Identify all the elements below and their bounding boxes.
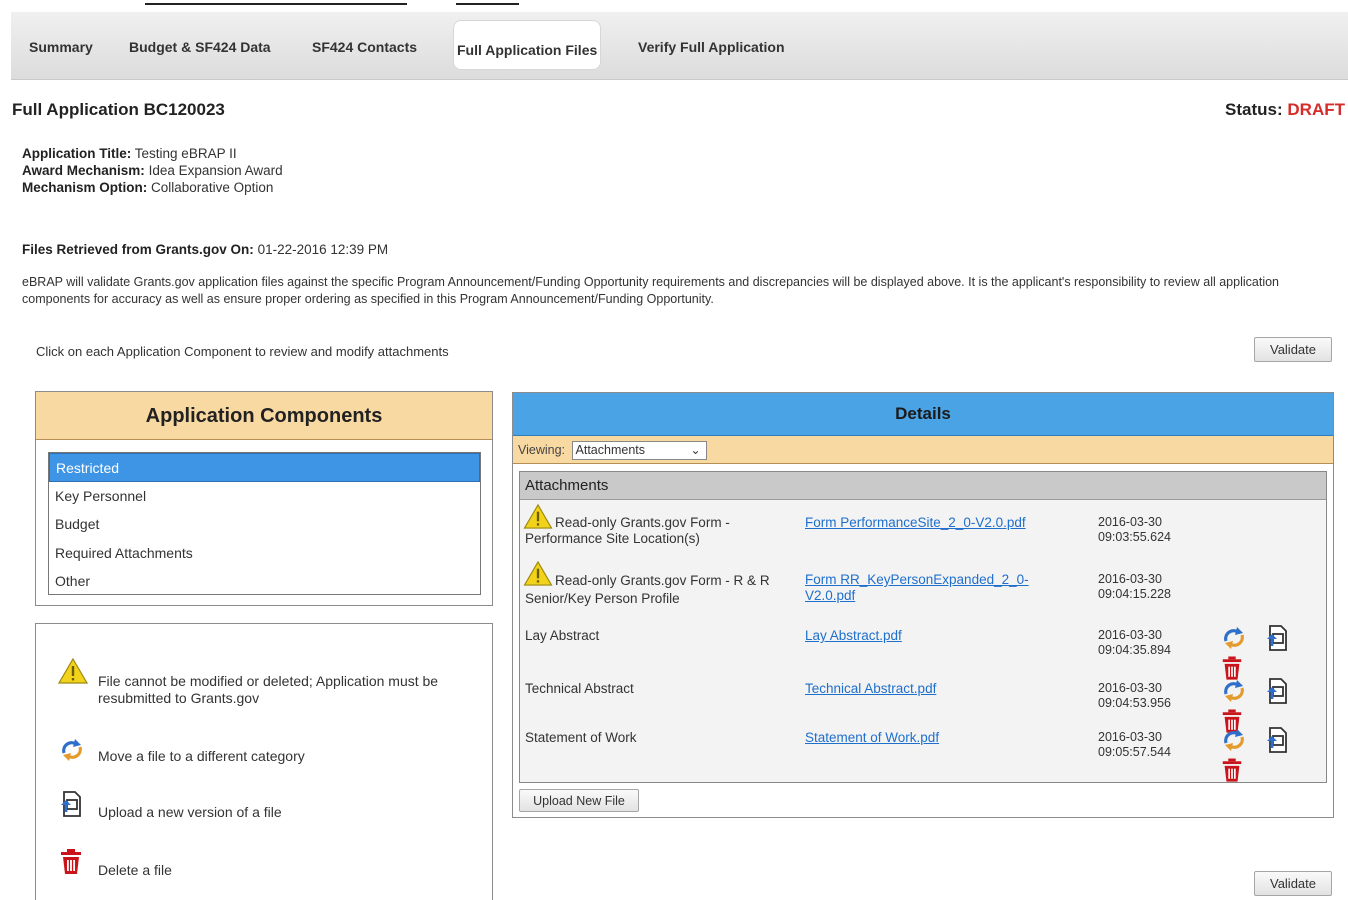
components-title: Application Components bbox=[36, 392, 492, 440]
attachment-time: 09:04:15.228 bbox=[1098, 587, 1171, 601]
attachment-time: 09:04:35.894 bbox=[1098, 643, 1171, 657]
viewing-select-value: Attachments bbox=[575, 443, 645, 457]
validate-button-bottom[interactable]: Validate bbox=[1254, 871, 1332, 896]
legend-text-warning: File cannot be modified or deleted; Appl… bbox=[98, 673, 439, 706]
attachment-row: Lay Abstract Lay Abstract.pdf 2016-03-30… bbox=[520, 625, 1326, 680]
attachment-row: Read-only Grants.gov Form - Performance … bbox=[520, 503, 1326, 557]
attachment-timestamp: 2016-03-30 09:03:55.624 bbox=[1098, 515, 1171, 545]
attachment-time: 09:03:55.624 bbox=[1098, 530, 1171, 544]
tab-summary[interactable]: Summary bbox=[29, 39, 93, 55]
attachment-name: Statement of Work bbox=[525, 730, 637, 745]
attachment-date: 2016-03-30 bbox=[1098, 730, 1162, 744]
attachment-name: Lay Abstract bbox=[525, 628, 600, 643]
award-mechanism-label: Award Mechanism: bbox=[22, 163, 145, 178]
viewing-label: Viewing: bbox=[518, 442, 566, 457]
trash-icon bbox=[58, 848, 84, 880]
row-actions bbox=[1220, 624, 1326, 685]
award-mechanism-value: Idea Expansion Award bbox=[148, 163, 283, 178]
legend-text-upload: Upload a new version of a file bbox=[98, 804, 282, 820]
mechanism-option-value: Collaborative Option bbox=[151, 180, 274, 195]
row-actions bbox=[1220, 726, 1326, 787]
viewing-select[interactable]: Attachments ⌄ bbox=[571, 441, 707, 460]
page-title: Full Application BC120023 bbox=[12, 100, 225, 119]
trash-icon[interactable] bbox=[1220, 757, 1244, 787]
upload-icon bbox=[58, 790, 86, 822]
attachment-timestamp: 2016-03-30 09:05:57.544 bbox=[1098, 730, 1171, 760]
component-item-other[interactable]: Other bbox=[49, 567, 480, 596]
attachment-date: 2016-03-30 bbox=[1098, 681, 1162, 695]
details-title: Details bbox=[513, 393, 1333, 436]
attachment-time: 09:04:53.956 bbox=[1098, 696, 1171, 710]
details-panel: Details Viewing: Attachments ⌄ Attachmen… bbox=[512, 392, 1334, 818]
attachment-file-link[interactable]: Lay Abstract.pdf bbox=[805, 628, 902, 644]
application-meta: Application Title: Testing eBRAP II Awar… bbox=[22, 145, 283, 196]
top-link-fragment bbox=[456, 0, 519, 5]
files-retrieved: Files Retrieved from Grants.gov On: 01-2… bbox=[22, 242, 388, 257]
attachment-timestamp: 2016-03-30 09:04:35.894 bbox=[1098, 628, 1171, 658]
upload-icon[interactable] bbox=[1264, 726, 1292, 757]
files-retrieved-label: Files Retrieved from Grants.gov On: bbox=[22, 242, 254, 257]
status-label: Status: bbox=[1225, 100, 1283, 119]
chevron-down-icon: ⌄ bbox=[690, 443, 701, 457]
component-item-budget[interactable]: Budget bbox=[49, 510, 480, 539]
tab-budget-sf424-data[interactable]: Budget & SF424 Data bbox=[129, 39, 271, 55]
validate-button[interactable]: Validate bbox=[1254, 337, 1332, 362]
attachment-time: 09:05:57.544 bbox=[1098, 745, 1171, 759]
attachment-date: 2016-03-30 bbox=[1098, 628, 1162, 642]
component-item-restricted[interactable]: Restricted bbox=[49, 453, 480, 482]
legend-text-delete: Delete a file bbox=[98, 862, 172, 878]
component-item-key-personnel[interactable]: Key Personnel bbox=[49, 482, 480, 511]
attachment-name: Read-only Grants.gov Form - R & R Senior… bbox=[525, 573, 770, 606]
attachment-file-link[interactable]: Technical Abstract.pdf bbox=[805, 681, 936, 697]
attachment-row: Technical Abstract Technical Abstract.pd… bbox=[520, 678, 1326, 733]
files-retrieved-value: 01-22-2016 12:39 PM bbox=[257, 242, 389, 257]
mechanism-option-label: Mechanism Option: bbox=[22, 180, 148, 195]
attachment-name: Read-only Grants.gov Form - Performance … bbox=[525, 515, 730, 546]
attachment-timestamp: 2016-03-30 09:04:53.956 bbox=[1098, 681, 1171, 711]
app-title-value: Testing eBRAP II bbox=[134, 146, 237, 161]
attachment-row: Read-only Grants.gov Form - R & R Senior… bbox=[520, 560, 1326, 616]
move-icon bbox=[58, 737, 86, 767]
attachment-date: 2016-03-30 bbox=[1098, 515, 1162, 529]
attachments-header: Attachments bbox=[520, 472, 1326, 500]
tab-verify-full-application[interactable]: Verify Full Application bbox=[638, 39, 785, 55]
status-badge: DRAFT bbox=[1287, 100, 1345, 119]
tab-sf424-contacts[interactable]: SF424 Contacts bbox=[312, 39, 417, 55]
app-title-label: Application Title: bbox=[22, 146, 132, 161]
attachment-file-link[interactable]: Statement of Work.pdf bbox=[805, 730, 939, 746]
attachment-file-link[interactable]: Form PerformanceSite_2_0-V2.0.pdf bbox=[805, 515, 1075, 531]
top-link-fragment bbox=[145, 0, 407, 5]
legend-text-move: Move a file to a different category bbox=[98, 748, 305, 764]
instructions-text: Click on each Application Component to r… bbox=[36, 344, 449, 359]
status-indicator: Status: DRAFT bbox=[1225, 100, 1345, 120]
attachments-table: Attachments Read-only Grants.gov Form - … bbox=[519, 471, 1327, 783]
attachment-date: 2016-03-30 bbox=[1098, 572, 1162, 586]
move-icon[interactable] bbox=[1220, 678, 1248, 707]
viewing-bar: Viewing: Attachments ⌄ bbox=[513, 436, 1333, 464]
validation-notice: eBRAP will validate Grants.gov applicati… bbox=[22, 275, 1280, 306]
attachment-file-link[interactable]: Form RR_KeyPersonExpanded_2_0-V2.0.pdf bbox=[805, 572, 1075, 604]
tab-bar: Summary Budget & SF424 Data SF424 Contac… bbox=[11, 12, 1348, 80]
move-icon[interactable] bbox=[1220, 625, 1248, 654]
attachment-row: Statement of Work Statement of Work.pdf … bbox=[520, 727, 1326, 782]
warning-icon bbox=[57, 657, 89, 689]
move-icon[interactable] bbox=[1220, 727, 1248, 756]
upload-icon[interactable] bbox=[1264, 677, 1292, 708]
attachment-name: Technical Abstract bbox=[525, 681, 634, 696]
attachment-timestamp: 2016-03-30 09:04:15.228 bbox=[1098, 572, 1171, 602]
upload-icon[interactable] bbox=[1264, 624, 1292, 655]
components-list: Restricted Key Personnel Budget Required… bbox=[48, 452, 481, 595]
component-item-required-attachments[interactable]: Required Attachments bbox=[49, 539, 480, 568]
application-components-panel: Application Components Restricted Key Pe… bbox=[35, 391, 493, 606]
upload-new-file-button[interactable]: Upload New File bbox=[519, 789, 639, 812]
tab-full-application-files[interactable]: Full Application Files bbox=[453, 20, 602, 70]
icon-legend: File cannot be modified or deleted; Appl… bbox=[35, 623, 493, 900]
